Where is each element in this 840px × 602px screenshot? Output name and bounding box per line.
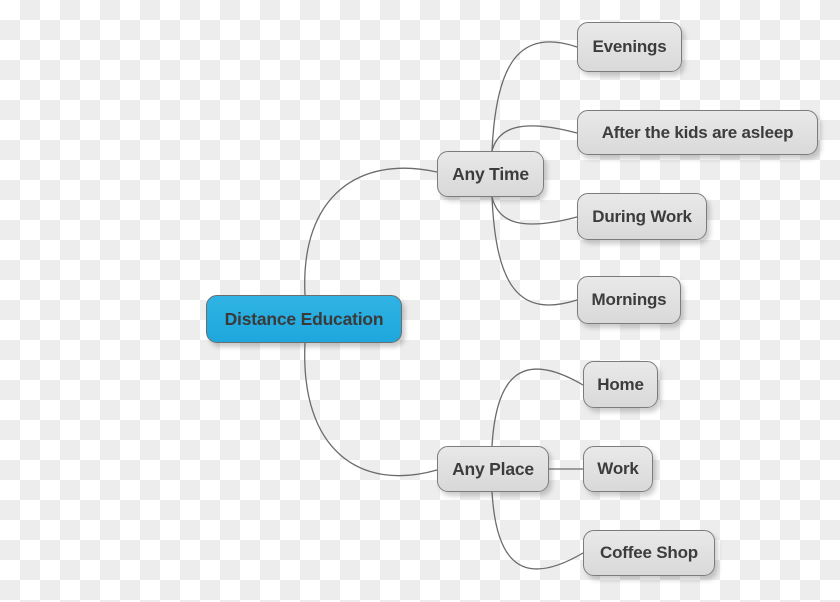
node-label: Any Place: [452, 458, 534, 479]
node-label: Work: [597, 459, 639, 478]
connector-layer: [304, 41, 584, 570]
connector-edge: [491, 368, 584, 447]
connector-edge: [304, 167, 438, 296]
node-distance-education[interactable]: Distance Education: [206, 295, 402, 343]
connector-edge: [304, 342, 438, 477]
node-any-time[interactable]: Any Time: [437, 151, 544, 197]
node-label: Coffee Shop: [600, 543, 698, 562]
node-evenings[interactable]: Evenings: [577, 22, 682, 72]
connector-edge: [491, 491, 584, 570]
node-home[interactable]: Home: [583, 361, 658, 408]
node-label: Mornings: [591, 290, 667, 309]
connector-edge: [491, 41, 578, 152]
node-during-work[interactable]: During Work: [577, 193, 707, 240]
node-work[interactable]: Work: [583, 446, 653, 492]
node-coffee-shop[interactable]: Coffee Shop: [583, 530, 715, 576]
node-label: During Work: [592, 206, 692, 226]
node-label: Any Time: [452, 163, 529, 184]
node-after-the-kids-are-asleep[interactable]: After the kids are asleep: [577, 110, 818, 155]
mind-map-canvas: Distance Education Any Time Evenings Aft…: [0, 0, 840, 602]
connector-edge: [491, 196, 578, 225]
node-label: Evenings: [592, 37, 667, 56]
node-label: Distance Education: [224, 308, 384, 329]
connector-edge: [491, 125, 578, 152]
node-any-place[interactable]: Any Place: [437, 446, 549, 492]
node-mornings[interactable]: Mornings: [577, 276, 681, 324]
node-label: Home: [597, 374, 644, 394]
connector-edge: [491, 196, 578, 306]
node-label: After the kids are asleep: [601, 122, 794, 142]
